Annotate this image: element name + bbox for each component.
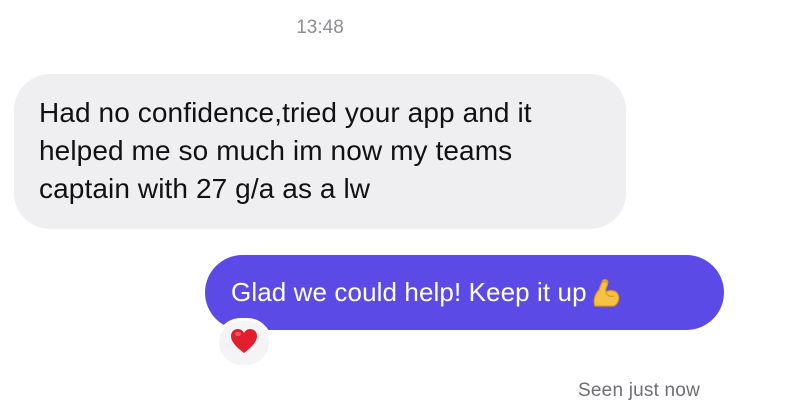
message-thread: 13:48 Had no confidence,tried your app a… — [0, 0, 788, 419]
message-reaction[interactable] — [216, 318, 272, 368]
incoming-message-bubble[interactable]: Had no confidence,tried your app and it … — [14, 74, 626, 229]
outgoing-message-bubble[interactable]: Glad we could help! Keep it up — [205, 255, 724, 330]
red-heart-icon — [230, 328, 258, 359]
message-timestamp: 13:48 — [296, 17, 344, 38]
read-receipt-status: Seen just now — [578, 380, 700, 401]
incoming-message-text: Had no confidence,tried your app and it … — [39, 97, 532, 204]
flexed-biceps-icon — [589, 276, 623, 310]
outgoing-message-text: Glad we could help! Keep it up — [231, 277, 587, 307]
